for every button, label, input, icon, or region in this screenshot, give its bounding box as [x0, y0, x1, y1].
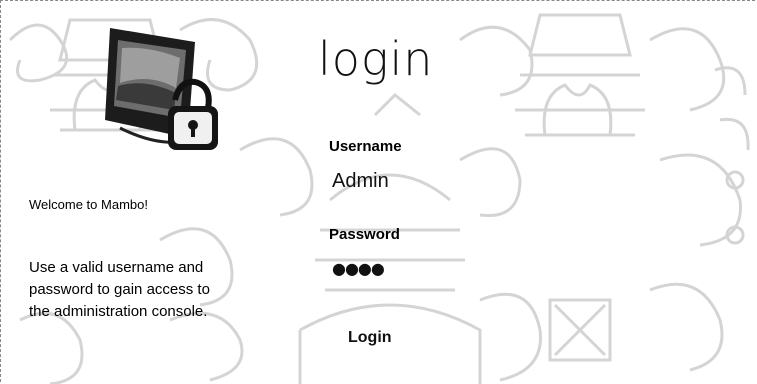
password-input[interactable] [332, 257, 492, 279]
info-line: the administration console. [29, 303, 208, 320]
welcome-message: Welcome to Mambo! [29, 197, 148, 212]
info-line: Use a valid username and [29, 259, 204, 276]
password-label: Password [329, 226, 400, 243]
info-line: password to gain access to [29, 281, 210, 298]
computer-lock-icon [105, 28, 218, 150]
info-text: Use a valid username and password to gai… [29, 257, 299, 323]
page-title: login [318, 32, 434, 86]
username-input[interactable] [332, 168, 522, 194]
username-label: Username [329, 138, 402, 155]
login-button[interactable]: Login [348, 325, 428, 351]
